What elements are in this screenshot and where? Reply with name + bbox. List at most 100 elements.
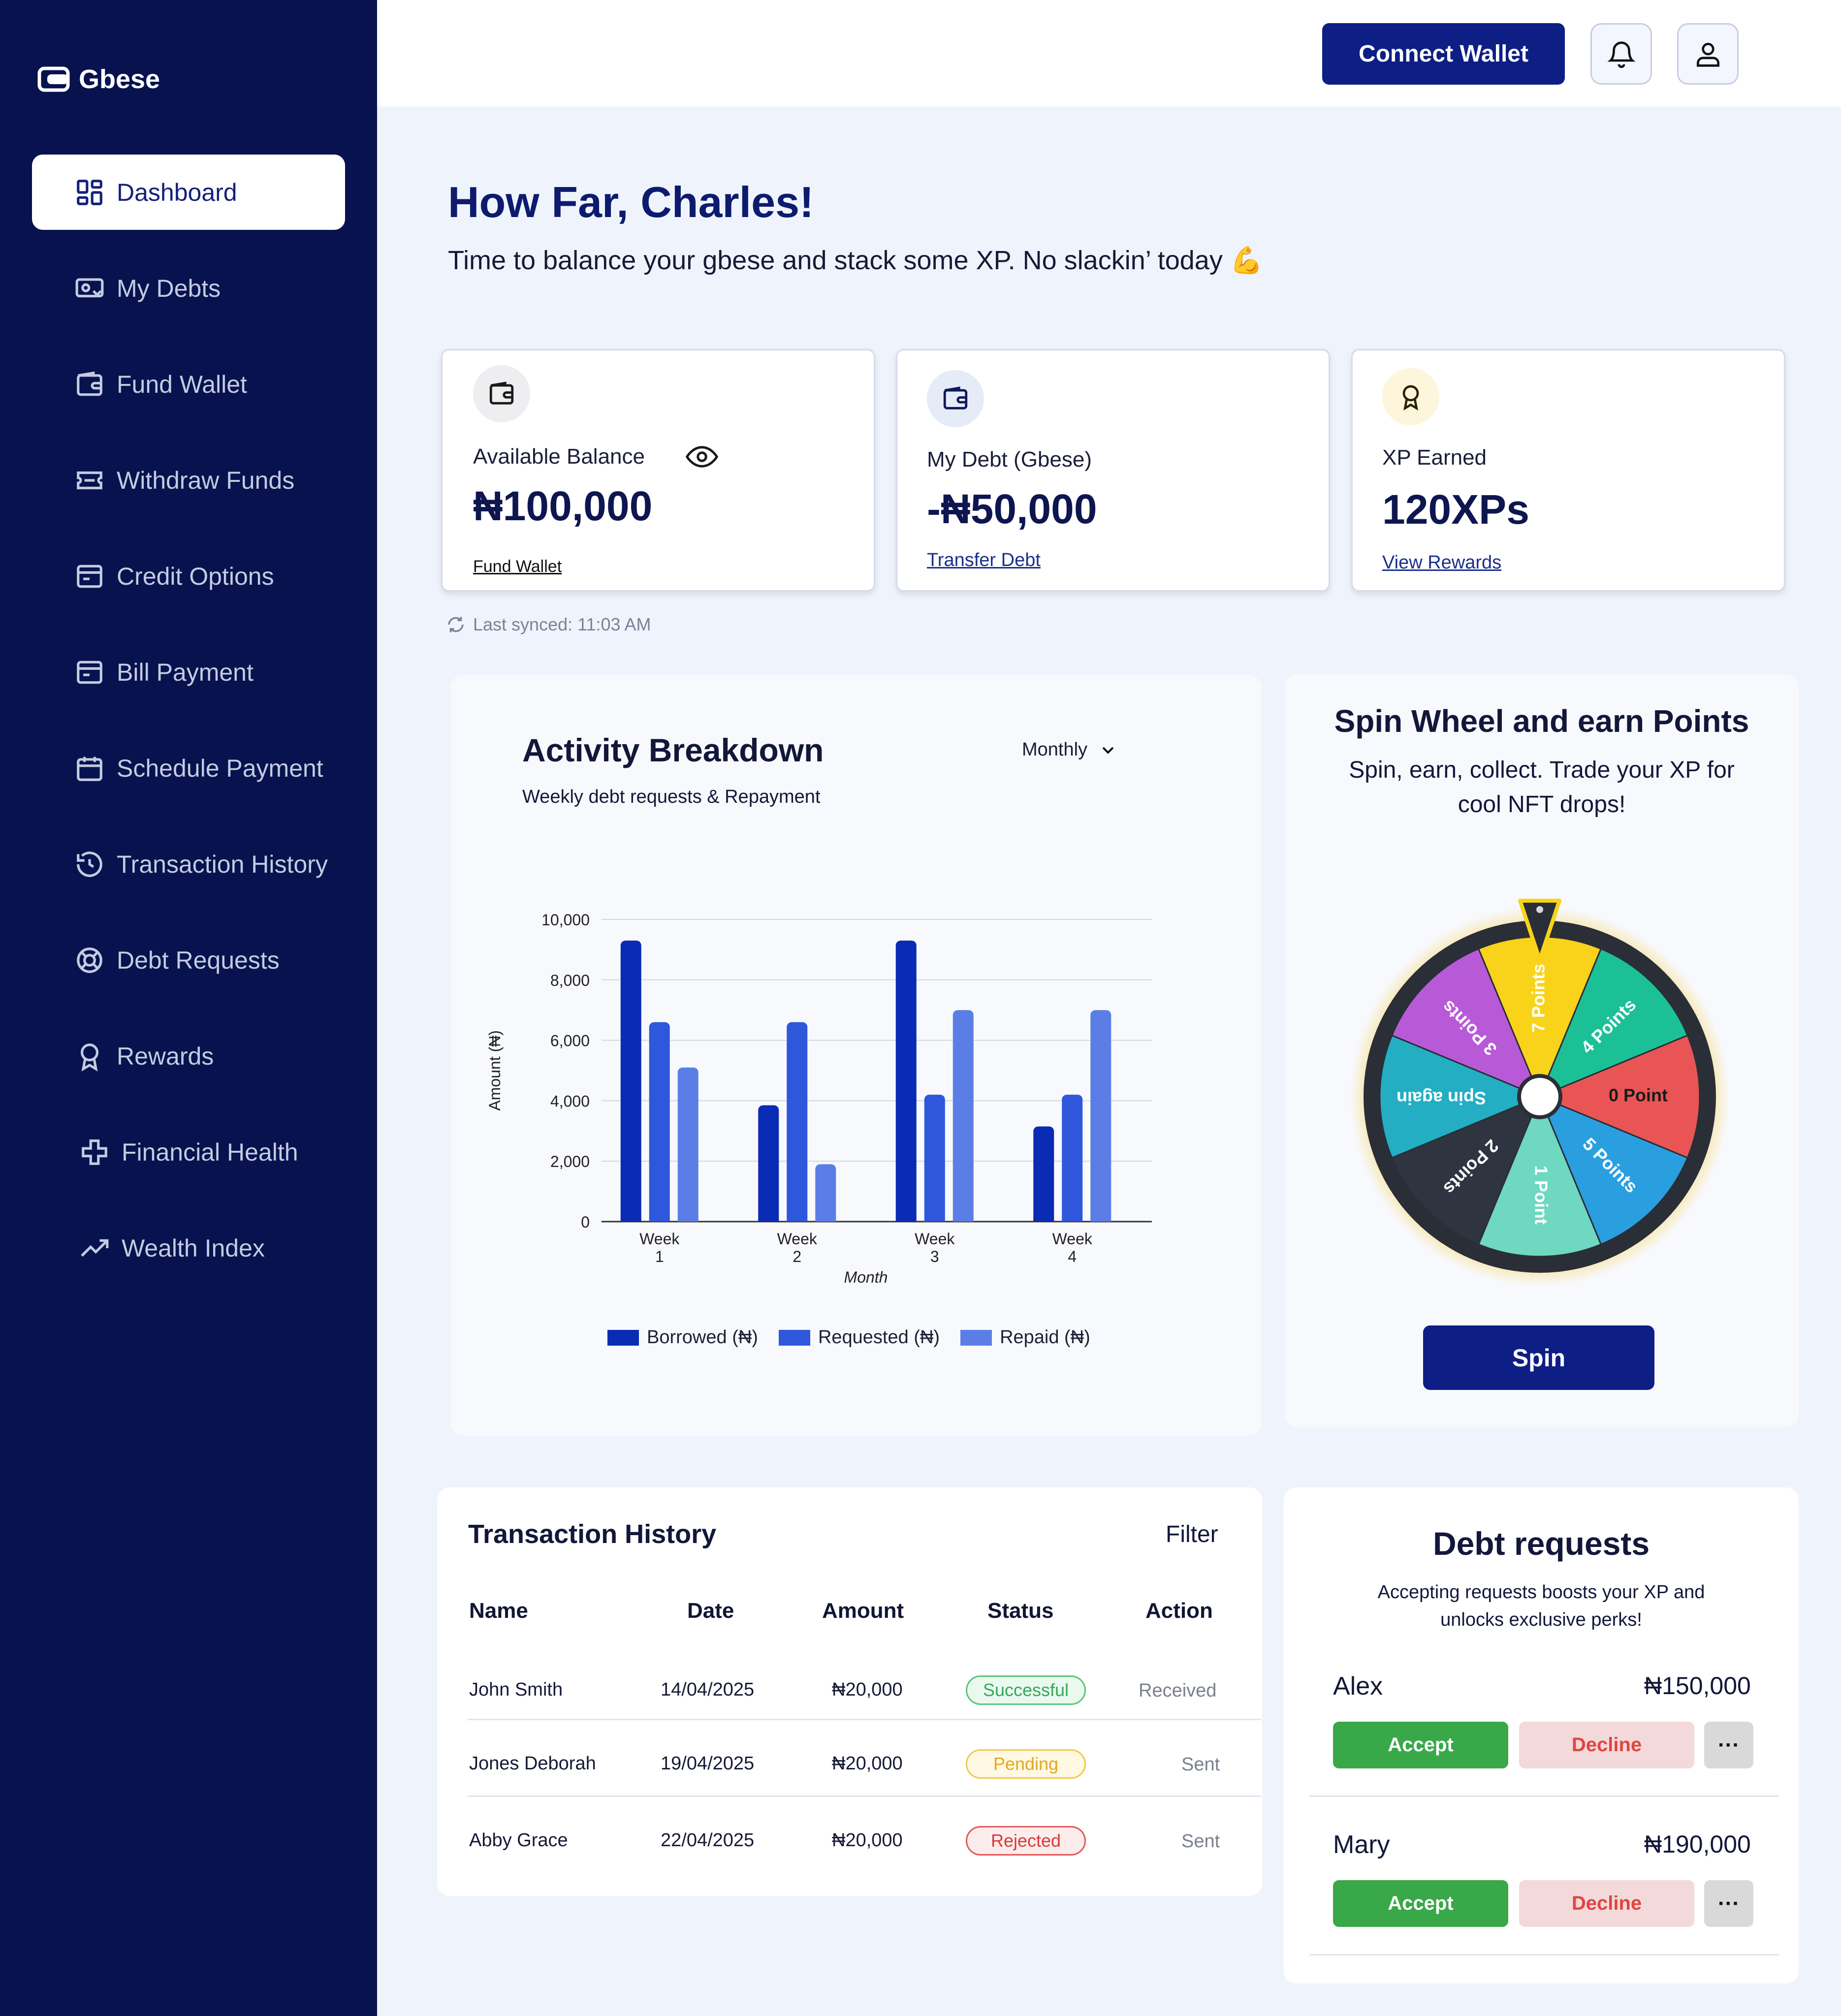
bar-requested-week-3[interactable] (924, 1095, 945, 1222)
col-header-date[interactable]: Date (687, 1599, 734, 1623)
balance-card: Available Balance ₦100,000 Fund Wallet (441, 349, 875, 592)
bar-borrowed-week-1[interactable] (620, 940, 641, 1222)
y-tick-label: 0 (581, 1213, 590, 1231)
bill-icon (77, 661, 102, 684)
decline-button[interactable]: Decline (1519, 1722, 1694, 1768)
sidebar-item-fund-wallet[interactable]: Fund Wallet (32, 346, 345, 422)
y-axis-label: Amount (₦) (486, 1030, 504, 1111)
spin-title: Spin Wheel and earn Points (1334, 703, 1749, 739)
xp-value: 120XPs (1382, 486, 1529, 533)
sync-text: Last synced: 11:03 AM (473, 614, 651, 634)
sidebar-item-dashboard[interactable]: Dashboard (32, 155, 345, 230)
xp-card: XP Earned 120XPs View Rewards (1351, 349, 1785, 592)
bar-requested-week-2[interactable] (787, 1022, 808, 1222)
bar-borrowed-week-3[interactable] (895, 940, 917, 1222)
request-divider (1309, 1796, 1779, 1797)
bar-repaid-week-3[interactable] (952, 1010, 974, 1222)
col-header-status[interactable]: Status (987, 1599, 1053, 1623)
sidebar-item-withdraw-funds[interactable]: Withdraw Funds (32, 442, 345, 518)
withdraw-ticket-icon (77, 471, 102, 489)
x-axis-label: Month (844, 1268, 888, 1286)
y-tick-label: 4,000 (550, 1092, 590, 1110)
sidebar-item-label: Schedule Payment (117, 754, 323, 782)
sidebar-item-rewards[interactable]: Rewards (32, 1018, 345, 1094)
sidebar-item-label: Dashboard (117, 178, 237, 206)
bar-borrowed-week-4[interactable] (1033, 1126, 1054, 1222)
sidebar-item-label: Financial Health (122, 1138, 298, 1166)
y-tick-label: 6,000 (550, 1032, 590, 1050)
sidebar-item-financial-health[interactable]: Financial Health (32, 1114, 345, 1190)
bar-base (952, 1217, 974, 1222)
fund-wallet-link[interactable]: Fund Wallet (473, 557, 562, 576)
row-name: Jones Deborah (469, 1753, 596, 1774)
connect-wallet-button[interactable]: Connect Wallet (1322, 23, 1565, 85)
activity-subtitle: Weekly debt requests & Repayment (522, 787, 821, 807)
filter-button[interactable]: Filter (1166, 1521, 1218, 1548)
bar-base (1062, 1217, 1083, 1222)
more-options-button[interactable]: ··· (1704, 1722, 1753, 1768)
debt-value: -₦50,000 (927, 486, 1097, 532)
balance-value: ₦100,000 (473, 483, 653, 529)
sidebar-item-my-debts[interactable]: My Debts (32, 251, 345, 326)
col-header-name[interactable]: Name (469, 1599, 528, 1623)
row-name: Abby Grace (469, 1830, 568, 1851)
bar-base (787, 1217, 808, 1222)
view-rewards-link[interactable]: View Rewards (1382, 552, 1501, 573)
sidebar-item-schedule-payment[interactable]: Schedule Payment (32, 730, 345, 806)
lifebuoy-icon (77, 947, 102, 973)
accept-button[interactable]: Accept (1333, 1722, 1508, 1768)
app-name: Gbese (79, 64, 160, 94)
profile-button[interactable] (1677, 23, 1739, 85)
wheel-segment-label: 0 Point (1609, 1085, 1668, 1105)
y-tick-label: 10,000 (541, 911, 590, 929)
sidebar-item-label: Fund Wallet (117, 370, 247, 398)
sidebar-item-credit-options[interactable]: Credit Options (32, 538, 345, 614)
bar-base (649, 1217, 670, 1222)
sidebar-item-debt-requests[interactable]: Debt Requests (32, 922, 345, 998)
wallet-card-icon (927, 370, 984, 427)
status-badge: Rejected (966, 1826, 1086, 1856)
bar-repaid-week-4[interactable] (1090, 1010, 1111, 1222)
bar-base (620, 1217, 641, 1222)
notifications-button[interactable] (1590, 23, 1652, 85)
row-amount: ₦20,000 (832, 1679, 903, 1700)
activity-title: Activity Breakdown (522, 732, 824, 768)
request-amount: ₦150,000 (1644, 1672, 1751, 1700)
accept-button[interactable]: Accept (1333, 1880, 1508, 1927)
bar-repaid-week-1[interactable] (677, 1067, 698, 1222)
more-options-button[interactable]: ··· (1704, 1880, 1753, 1927)
sidebar-item-bill-payment[interactable]: Bill Payment (32, 634, 345, 710)
wheel-segment-label: 1 Point (1531, 1166, 1551, 1225)
row-action: Sent (1181, 1831, 1220, 1852)
spin-wheel[interactable]: 7 Points 4 Points0 Point5 Points1 Point2 … (1343, 891, 1737, 1294)
bar-requested-week-4[interactable] (1062, 1095, 1083, 1222)
wheel-hub (1517, 1074, 1562, 1119)
period-select[interactable]: Monthly (1022, 739, 1118, 760)
sidebar-item-wealth-index[interactable]: Wealth Index (32, 1210, 345, 1286)
decline-button[interactable]: Decline (1519, 1880, 1694, 1927)
sidebar-item-label: Bill Payment (117, 658, 254, 686)
app-logo[interactable]: Gbese (37, 64, 160, 94)
bar-base (758, 1217, 779, 1222)
eye-toggle-icon[interactable] (685, 444, 719, 472)
x-tick-label: Week 2 (777, 1230, 818, 1265)
col-header-amount[interactable]: Amount (822, 1599, 904, 1623)
credit-icon (77, 565, 102, 588)
legend-item-requested: Requested (₦) (778, 1327, 940, 1348)
y-tick-label: 8,000 (550, 972, 590, 989)
debt-label: My Debt (Gbese) (927, 447, 1092, 472)
row-name: John Smith (469, 1679, 563, 1700)
row-divider (468, 1796, 1261, 1797)
sidebar-item-transaction-history[interactable]: Transaction History (32, 826, 345, 902)
bar-requested-week-1[interactable] (649, 1022, 670, 1222)
table-row[interactable] (437, 1634, 1262, 1719)
bar-base (677, 1217, 698, 1222)
pointer-pin (1536, 906, 1543, 913)
col-header-action[interactable]: Action (1145, 1599, 1213, 1623)
debt-card-icon (75, 278, 104, 297)
status-badge: Pending (966, 1749, 1086, 1779)
transfer-debt-link[interactable]: Transfer Debt (927, 550, 1041, 571)
bar-repaid-week-2[interactable] (815, 1164, 836, 1222)
spin-button[interactable]: Spin (1423, 1325, 1654, 1390)
bar-borrowed-week-2[interactable] (758, 1105, 779, 1222)
